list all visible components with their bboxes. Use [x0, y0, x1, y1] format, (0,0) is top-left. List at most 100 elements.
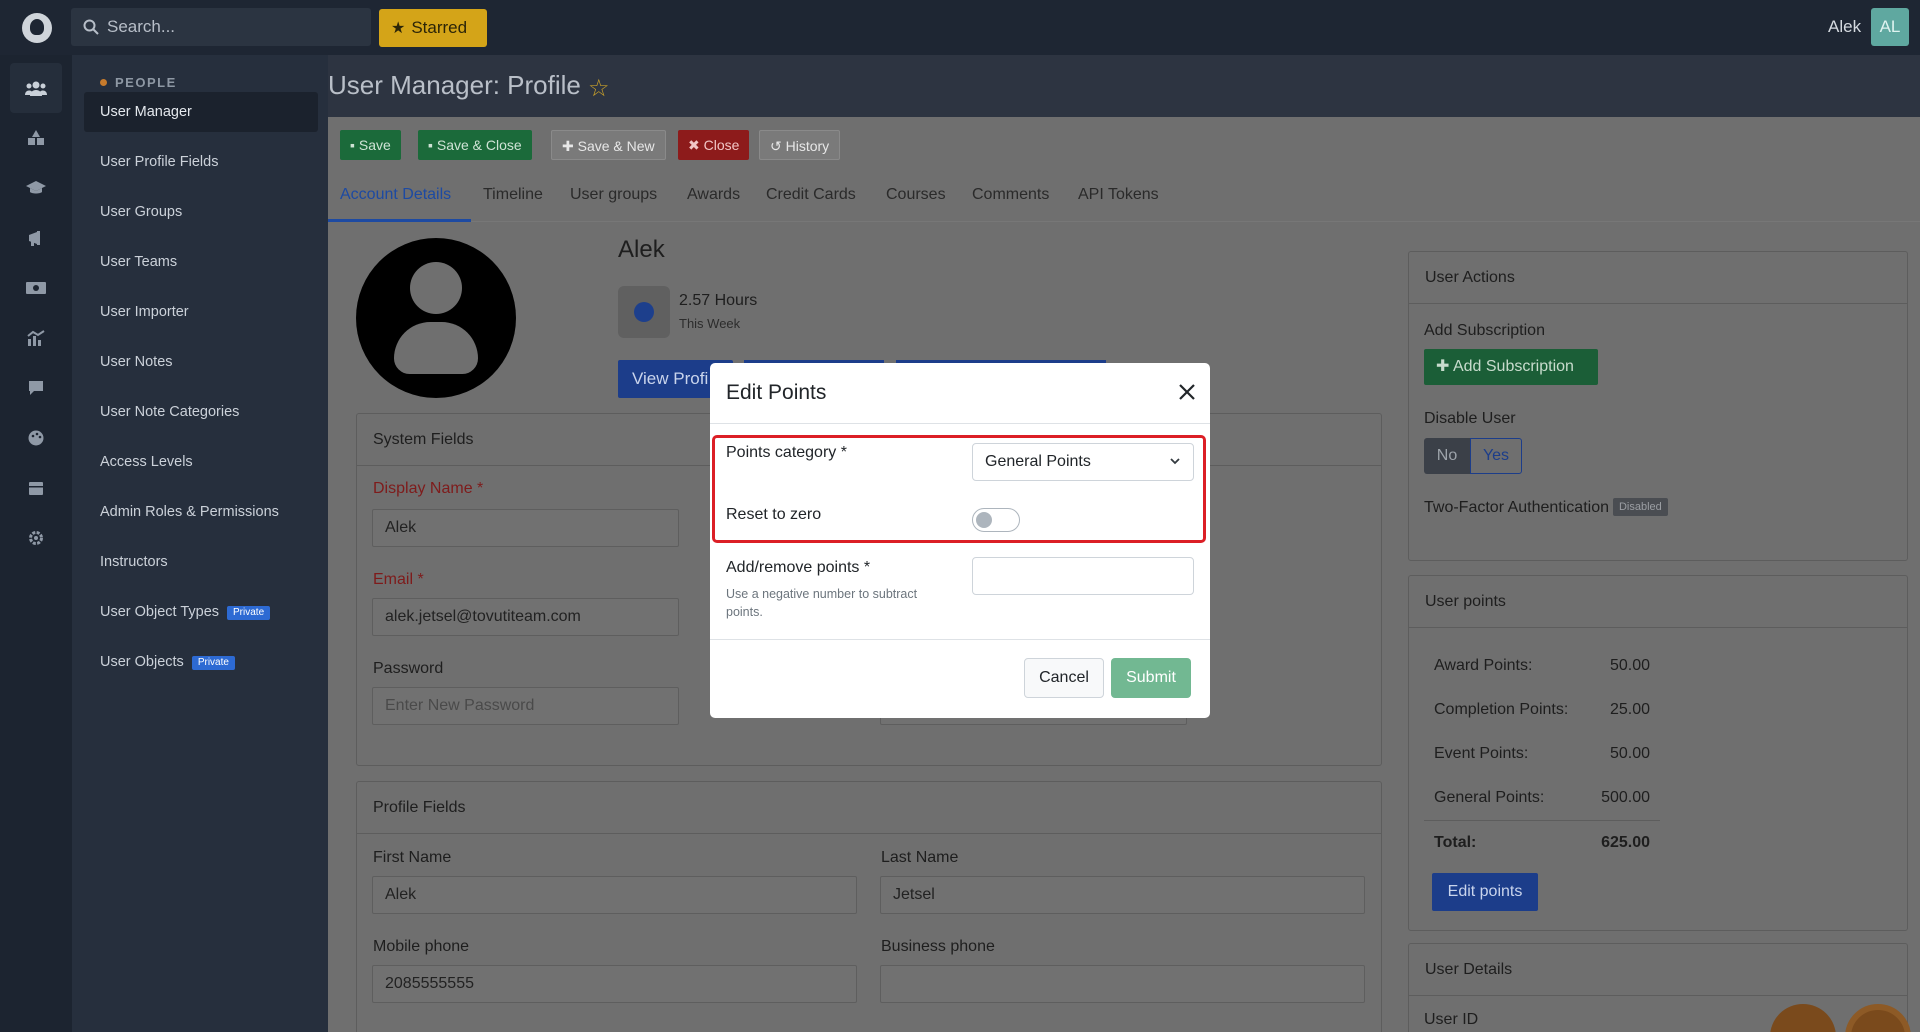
- tab-credit-cards[interactable]: Credit Cards: [766, 186, 856, 204]
- megaphone-icon[interactable]: [10, 213, 62, 263]
- avatar[interactable]: AL: [1871, 8, 1909, 46]
- save-icon: ▪: [428, 137, 437, 153]
- sidebar-item-access-levels[interactable]: Access Levels: [84, 442, 318, 482]
- sidebar-item-user-importer[interactable]: User Importer: [84, 292, 318, 332]
- display-name-field[interactable]: Alek: [372, 509, 679, 547]
- save-new-button[interactable]: ✚ Save & New: [551, 130, 666, 160]
- graduation-cap-icon[interactable]: [10, 163, 62, 213]
- mobile-phone-label: Mobile phone: [373, 938, 470, 955]
- gear-icon[interactable]: [10, 513, 62, 563]
- chat-icon[interactable]: [10, 363, 62, 413]
- completion-points-label: Completion Points:: [1434, 701, 1569, 718]
- history-button[interactable]: ↺ History: [759, 130, 841, 160]
- shapes-icon[interactable]: [10, 113, 62, 163]
- sidebar-item-user-groups[interactable]: User Groups: [84, 192, 318, 232]
- users-icon[interactable]: [10, 63, 62, 113]
- edit-points-modal: Edit Points Points category * General Po…: [710, 363, 1210, 718]
- points-category-value: General Points: [985, 453, 1091, 470]
- sidebar-item-user-object-types[interactable]: User Object Types Private: [84, 592, 318, 632]
- tab-timeline[interactable]: Timeline: [483, 186, 543, 204]
- history-icon: ↺: [770, 138, 786, 154]
- search-input[interactable]: Search...: [71, 8, 371, 46]
- sidebar-item-user-notes[interactable]: User Notes: [84, 342, 318, 382]
- save-icon: ▪: [350, 137, 359, 153]
- user-details-panel: User Details: [1408, 943, 1908, 1032]
- tab-comments[interactable]: Comments: [972, 186, 1049, 204]
- tab-account-details[interactable]: Account Details: [340, 186, 451, 204]
- disable-no-button[interactable]: No: [1424, 438, 1470, 474]
- add-subscription-label: Add Subscription: [1424, 322, 1545, 339]
- mobile-phone-field[interactable]: 2085555555: [372, 965, 857, 1003]
- palette-icon[interactable]: [10, 413, 62, 463]
- email-field[interactable]: alek.jetsel@tovutiteam.com: [372, 598, 679, 636]
- disable-yes-button[interactable]: Yes: [1470, 438, 1522, 474]
- tfa-status-badge: Disabled: [1612, 498, 1668, 516]
- sidebar-item-user-manager[interactable]: User Manager: [84, 92, 318, 132]
- tab-awards[interactable]: Awards: [687, 186, 740, 204]
- user-name[interactable]: Alek: [1828, 17, 1861, 37]
- star-outline-icon[interactable]: ☆: [588, 74, 610, 103]
- first-name-label: First Name: [373, 849, 452, 866]
- sidebar-item-admin-roles[interactable]: Admin Roles & Permissions: [84, 492, 318, 532]
- points-category-label: Points category *: [726, 444, 847, 461]
- sidebar: PEOPLE User Manager User Profile Fields …: [72, 55, 328, 1032]
- starred-button[interactable]: ★ Starred: [379, 9, 487, 47]
- page-title: User Manager: Profile: [328, 70, 581, 100]
- tab-api-tokens[interactable]: API Tokens: [1078, 186, 1159, 204]
- close-icon[interactable]: [1174, 379, 1200, 405]
- plus-icon: ✚: [562, 138, 578, 154]
- add-remove-points-label: Add/remove points *: [726, 559, 871, 576]
- display-name-label: Display Name *: [373, 480, 484, 497]
- clock-icon: [618, 286, 670, 338]
- total-points-label: Total:: [1434, 834, 1477, 851]
- hours-value: 2.57 Hours: [679, 292, 758, 309]
- profile-avatar-icon: [356, 238, 516, 398]
- panel-title: User Actions: [1409, 252, 1907, 304]
- calendar-icon[interactable]: [10, 463, 62, 513]
- save-close-button[interactable]: ▪ Save & Close: [418, 130, 532, 160]
- completion-points-value: 25.00: [1609, 701, 1650, 718]
- sidebar-item-user-objects[interactable]: User Objects Private: [84, 642, 318, 682]
- award-points-label: Award Points:: [1434, 657, 1533, 674]
- add-remove-help-text: Use a negative number to subtract points…: [726, 587, 918, 619]
- close-button[interactable]: ✖ Close: [678, 130, 750, 160]
- chevron-down-icon: [1170, 458, 1180, 465]
- hours-period: This Week: [679, 316, 741, 331]
- sidebar-item-user-profile-fields[interactable]: User Profile Fields: [84, 142, 318, 182]
- general-points-value: 500.00: [1601, 789, 1650, 806]
- icon-rail: [0, 55, 72, 1032]
- sidebar-item-user-note-categories[interactable]: User Note Categories: [84, 392, 318, 432]
- sidebar-item-user-teams[interactable]: User Teams: [84, 242, 318, 282]
- save-button[interactable]: ▪ Save: [340, 130, 401, 160]
- submit-button[interactable]: Submit: [1111, 658, 1191, 698]
- cancel-button[interactable]: Cancel: [1024, 658, 1104, 698]
- last-name-label: Last Name: [881, 849, 959, 866]
- app-logo-icon[interactable]: [22, 13, 52, 43]
- edit-points-button[interactable]: Edit points: [1432, 873, 1538, 911]
- password-field[interactable]: Enter New Password: [372, 687, 679, 725]
- modal-title: Edit Points: [726, 381, 827, 404]
- add-subscription-button[interactable]: ✚ Add Subscription: [1424, 349, 1598, 385]
- disable-user-label: Disable User: [1424, 410, 1516, 427]
- reset-to-zero-toggle[interactable]: [972, 508, 1020, 532]
- private-badge: Private: [227, 606, 271, 620]
- password-label: Password: [373, 660, 444, 677]
- divider: [710, 639, 1210, 640]
- tab-courses[interactable]: Courses: [886, 186, 946, 204]
- reset-to-zero-label: Reset to zero: [726, 506, 822, 523]
- private-badge: Private: [191, 656, 235, 670]
- tab-user-groups[interactable]: User groups: [570, 186, 657, 204]
- sidebar-item-instructors[interactable]: Instructors: [84, 542, 318, 582]
- money-icon[interactable]: [10, 263, 62, 313]
- business-phone-field[interactable]: [880, 965, 1365, 1003]
- points-category-select[interactable]: General Points: [972, 443, 1194, 481]
- top-bar: Search... ★ Starred Alek AL: [0, 0, 1920, 55]
- plus-icon: ✚: [1436, 358, 1453, 375]
- add-remove-points-input[interactable]: [972, 557, 1194, 595]
- general-points-label: General Points:: [1434, 789, 1545, 806]
- chart-icon[interactable]: [10, 313, 62, 363]
- last-name-field[interactable]: Jetsel: [880, 876, 1365, 914]
- first-name-field[interactable]: Alek: [372, 876, 857, 914]
- divider: [710, 423, 1210, 424]
- email-label: Email *: [373, 571, 424, 588]
